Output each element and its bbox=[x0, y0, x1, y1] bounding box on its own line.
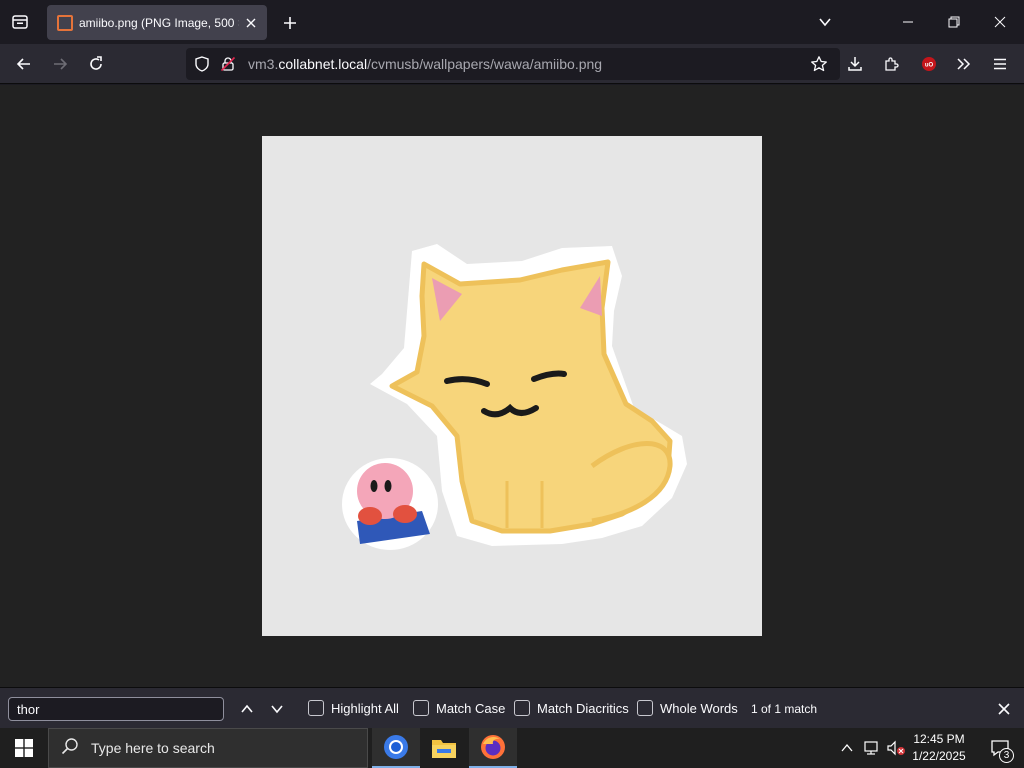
find-next-icon[interactable] bbox=[266, 698, 288, 720]
search-icon bbox=[61, 737, 79, 760]
checkbox-box[interactable] bbox=[637, 700, 653, 716]
windows-taskbar: Type here to search 12:45 PM 1/22/2025 3 bbox=[0, 728, 1024, 768]
url-path: /cvmusb/wallpapers/wawa/amiibo.png bbox=[367, 56, 603, 72]
tab-title: amiibo.png (PNG Image, 500 × 500 pixels) bbox=[79, 15, 239, 30]
tab-strip: amiibo.png (PNG Image, 500 × 500 pixels) bbox=[0, 0, 1024, 44]
plus-icon[interactable] bbox=[276, 9, 304, 37]
amiibo-image[interactable] bbox=[262, 136, 762, 636]
whole-words-label: Whole Words bbox=[660, 700, 738, 716]
highlight-all-checkbox[interactable]: Highlight All bbox=[308, 700, 399, 716]
ublock-icon[interactable]: uO bbox=[915, 50, 943, 78]
close-icon[interactable] bbox=[992, 697, 1016, 721]
hamburger-icon[interactable] bbox=[986, 50, 1014, 78]
minimize-icon[interactable] bbox=[885, 0, 931, 44]
star-icon[interactable] bbox=[810, 55, 828, 78]
find-input[interactable] bbox=[8, 697, 224, 721]
download-icon[interactable] bbox=[841, 50, 869, 78]
notification-badge: 3 bbox=[999, 748, 1014, 763]
page-content bbox=[0, 85, 1024, 687]
url-prefix: vm3. bbox=[248, 56, 279, 72]
taskbar-search[interactable]: Type here to search bbox=[48, 728, 368, 768]
clock-date: 1/22/2025 bbox=[912, 749, 966, 763]
search-placeholder: Type here to search bbox=[91, 740, 215, 756]
close-icon[interactable] bbox=[243, 15, 259, 31]
url-text[interactable]: vm3.collabnet.local/cvmusb/wallpapers/wa… bbox=[248, 56, 602, 72]
file-explorer-icon[interactable] bbox=[420, 728, 468, 768]
window-close-icon[interactable] bbox=[977, 0, 1023, 44]
double-chevron-icon[interactable] bbox=[950, 50, 978, 78]
match-case-checkbox[interactable]: Match Case bbox=[413, 700, 505, 716]
chevron-down-icon[interactable] bbox=[802, 0, 848, 44]
shield-icon[interactable] bbox=[194, 56, 210, 77]
find-status: 1 of 1 match bbox=[751, 702, 818, 716]
match-diacritics-checkbox[interactable]: Match Diacritics bbox=[514, 700, 629, 716]
highlight-all-label: Highlight All bbox=[331, 700, 399, 716]
reload-icon[interactable] bbox=[82, 50, 110, 78]
forward-arrow-icon[interactable] bbox=[46, 50, 74, 78]
firefox-app-icon[interactable] bbox=[469, 728, 517, 768]
svg-text:uO: uO bbox=[925, 63, 934, 69]
puzzle-icon[interactable] bbox=[878, 50, 906, 78]
taskbar-clock[interactable]: 12:45 PM 1/22/2025 bbox=[900, 731, 978, 765]
checkbox-box[interactable] bbox=[514, 700, 530, 716]
find-previous-icon[interactable] bbox=[236, 698, 258, 720]
clock-time: 12:45 PM bbox=[913, 732, 965, 746]
url-host: collabnet.local bbox=[278, 56, 368, 72]
chevron-up-icon[interactable] bbox=[836, 728, 858, 768]
checkbox-box[interactable] bbox=[308, 700, 324, 716]
tab-list-icon[interactable] bbox=[6, 8, 34, 36]
insecure-lock-icon[interactable] bbox=[220, 56, 236, 77]
match-case-label: Match Case bbox=[436, 700, 506, 716]
image-icon bbox=[57, 14, 73, 31]
notification-icon[interactable]: 3 bbox=[980, 728, 1020, 768]
find-bar: Highlight All Match Case Match Diacritic… bbox=[0, 687, 1024, 728]
chrome-app-icon[interactable] bbox=[372, 728, 420, 768]
windows-start-icon[interactable] bbox=[0, 728, 48, 768]
tab-active[interactable]: amiibo.png (PNG Image, 500 × 500 pixels) bbox=[47, 5, 267, 40]
back-arrow-icon[interactable] bbox=[10, 50, 38, 78]
network-icon[interactable] bbox=[860, 728, 884, 768]
cat-kirby-drawing bbox=[342, 244, 687, 550]
restore-icon[interactable] bbox=[931, 0, 977, 44]
whole-words-checkbox[interactable]: Whole Words bbox=[637, 700, 738, 716]
navigation-toolbar: vm3.collabnet.local/cvmusb/wallpapers/wa… bbox=[0, 44, 1024, 84]
checkbox-box[interactable] bbox=[413, 700, 429, 716]
url-bar[interactable]: vm3.collabnet.local/cvmusb/wallpapers/wa… bbox=[186, 48, 840, 80]
match-diacritics-label: Match Diacritics bbox=[537, 700, 629, 716]
